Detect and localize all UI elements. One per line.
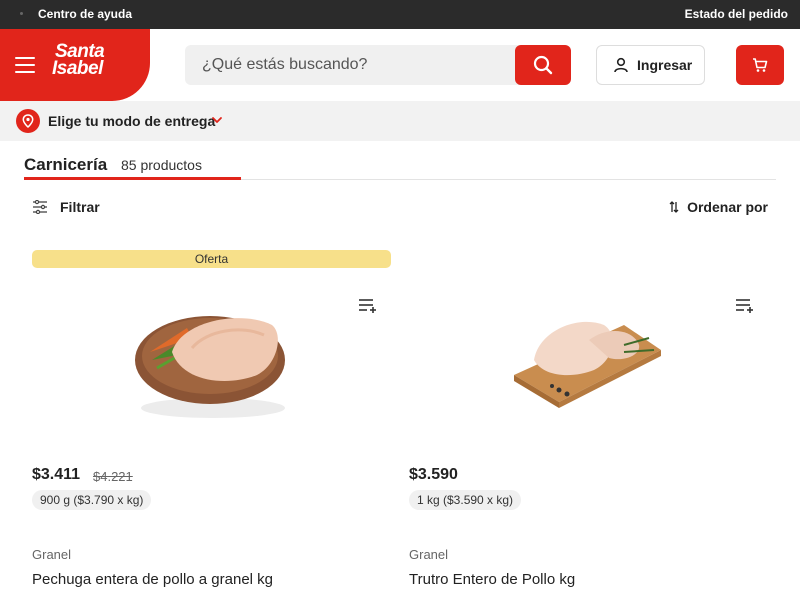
category-title: Carnicería (24, 155, 108, 174)
search-icon (533, 55, 553, 75)
product-unit-price: 1 kg ($3.590 x kg) (409, 490, 522, 510)
search-bar (185, 45, 571, 85)
product-brand: Granel (32, 547, 72, 562)
cart-icon (753, 58, 768, 72)
sort-button[interactable]: Ordenar por (669, 199, 768, 215)
location-pin-icon (16, 109, 40, 133)
category-header: Carnicería 85 productos (24, 155, 776, 180)
product-price: $3.590 (409, 466, 458, 483)
top-bar: Centro de ayuda Estado del pedido (0, 0, 800, 29)
brand-logo[interactable]: Santa Isabel (52, 42, 125, 79)
chevron-down-icon (212, 117, 222, 123)
category-underline (24, 177, 241, 180)
filter-label: Filtrar (60, 199, 100, 215)
product-name[interactable]: Pechuga entera de pollo a granel kg (32, 571, 273, 588)
search-button[interactable] (515, 45, 571, 85)
product-card[interactable]: Oferta $3.411 $4.221 900 g ($3.790 x kg)… (32, 250, 392, 600)
offer-badge: Oferta (32, 250, 391, 268)
product-name[interactable]: Trutro Entero de Pollo kg (409, 571, 575, 588)
product-image[interactable] (32, 290, 392, 470)
header: Santa Isabel Ingresar (0, 29, 800, 101)
brand-line-2: Isabel (52, 58, 103, 79)
product-card[interactable]: $3.590 1 kg ($3.590 x kg) Granel Trutro … (409, 250, 769, 600)
product-unit-price: 900 g ($3.790 x kg) (32, 490, 152, 510)
login-label: Ingresar (637, 57, 693, 73)
filter-icon (33, 200, 47, 214)
product-image[interactable] (409, 290, 769, 470)
delivery-mode-label: Elige tu modo de entrega (48, 113, 216, 129)
help-center-link[interactable]: Centro de ayuda (38, 7, 132, 21)
sort-icon (669, 201, 679, 213)
search-input[interactable] (185, 45, 525, 85)
menu-icon[interactable] (15, 57, 35, 73)
user-icon (614, 57, 628, 73)
delivery-mode-selector[interactable]: Elige tu modo de entrega (0, 101, 800, 141)
sort-label: Ordenar por (687, 199, 768, 215)
product-brand: Granel (409, 547, 449, 562)
logo-block: Santa Isabel (0, 29, 150, 101)
product-old-price: $4.221 (93, 469, 133, 484)
cart-button[interactable] (736, 45, 784, 85)
topbar-dot (20, 12, 23, 15)
login-button[interactable]: Ingresar (596, 45, 705, 85)
product-count: 85 productos (121, 157, 202, 173)
order-status-link[interactable]: Estado del pedido (685, 7, 788, 21)
product-price: $3.411 (32, 466, 81, 483)
filter-button[interactable]: Filtrar (32, 199, 100, 215)
